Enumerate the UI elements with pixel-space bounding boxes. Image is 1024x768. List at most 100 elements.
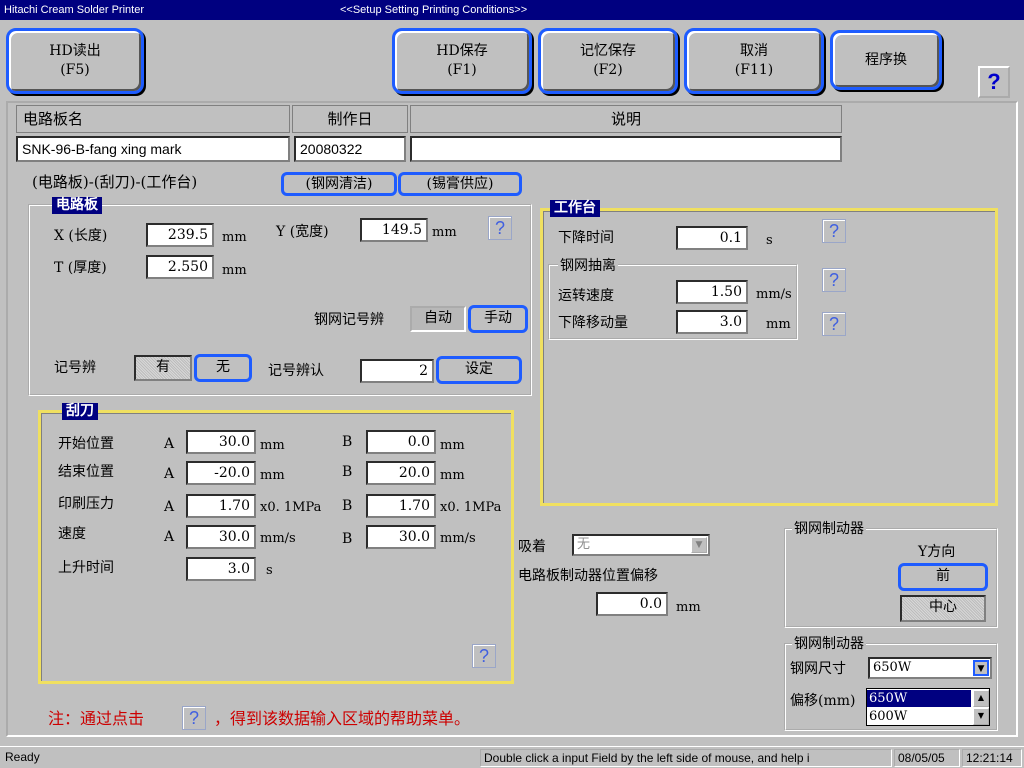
pressure-a-label: A (164, 499, 175, 515)
center-button[interactable]: 中心 (900, 595, 986, 622)
board-name-header: 电路板名 (16, 105, 290, 133)
descend-time-unit: s (766, 233, 773, 248)
descend-time-label: 下降时间 (558, 230, 614, 246)
descend-amount-field[interactable]: 3.0 (676, 310, 748, 334)
front-button[interactable]: 前 (898, 563, 988, 591)
mark-recog-label: 记号辨认 (268, 363, 324, 379)
chevron-down-icon[interactable]: ▼ (973, 660, 989, 676)
scroll-down-icon[interactable]: ▼ (973, 708, 989, 725)
scroll-up-icon[interactable]: ▲ (973, 690, 989, 707)
main-help-icon[interactable]: ? (978, 66, 1010, 98)
mark-no-button[interactable]: 无 (194, 354, 252, 382)
squeegee-group-title: 刮刀 (62, 403, 98, 420)
memory-save-label: 记忆保存 (580, 43, 636, 59)
descend-time-field[interactable]: 0.1 (676, 226, 748, 250)
pcb-y-label: Y (宽度) (276, 224, 329, 240)
stopper-offset-label: 偏移(mm) (790, 693, 856, 709)
dropdown-option-650w[interactable]: 650W (867, 690, 971, 707)
end-a-field[interactable]: -20.0 (186, 461, 256, 485)
separation-speed-help-icon[interactable]: ? (822, 268, 846, 292)
tab-stencil-clean[interactable]: (钢网清洁) (281, 172, 397, 196)
mark-yes-button[interactable]: 有 (134, 355, 192, 381)
stencil-size-select[interactable]: 650W ▼ (868, 657, 992, 679)
table-help-icon[interactable]: ? (822, 219, 846, 243)
pcb-help-icon[interactable]: ? (488, 216, 512, 240)
speed-a-label: A (164, 529, 175, 545)
speed-b-field[interactable]: 30.0 (366, 525, 436, 549)
date-field[interactable]: 20080322 (294, 136, 406, 162)
start-a-unit: mm (260, 438, 285, 453)
board-stopper-offset-field[interactable]: 0.0 (596, 592, 668, 616)
rise-time-unit: s (266, 563, 273, 578)
pcb-y-field[interactable]: 149.5 (360, 218, 428, 242)
descend-amount-help-icon[interactable]: ? (822, 312, 846, 336)
stencil-size-label: 钢网尺寸 (790, 661, 846, 677)
status-bar: Ready Double click a input Field by the … (0, 746, 1024, 768)
title-bar: Hitachi Cream Solder Printer <<Setup Set… (0, 0, 1024, 20)
mark-label: 记号辨 (54, 360, 96, 376)
hd-save-key: (F1) (447, 62, 477, 78)
cancel-label: 取消 (740, 43, 768, 59)
status-ready: Ready (5, 750, 40, 764)
help-note-prefix: 注：通过点击 (48, 709, 145, 728)
memory-save-button[interactable]: 记忆保存 (F2) (538, 28, 678, 94)
hd-read-button[interactable]: HD读出 (F5) (6, 28, 144, 94)
descend-amount-label: 下降移动量 (558, 315, 628, 331)
hd-save-button[interactable]: HD保存 (F1) (392, 28, 532, 94)
status-time: 12:21:14 (962, 749, 1022, 767)
auto-button[interactable]: 自动 (410, 306, 466, 332)
start-b-field[interactable]: 0.0 (366, 430, 436, 454)
status-message: Double click a input Field by the left s… (480, 749, 892, 767)
hd-read-key: (F5) (60, 62, 90, 78)
rise-time-field[interactable]: 3.0 (186, 557, 256, 581)
pcb-t-field[interactable]: 2.550 (146, 255, 214, 279)
pcb-t-label: T (厚度) (54, 260, 107, 276)
speed-label: 速度 (58, 526, 86, 542)
pressure-b-field[interactable]: 1.70 (366, 494, 436, 518)
dropdown-option-600w[interactable]: 600W (867, 708, 971, 725)
cancel-key: (F11) (734, 62, 774, 78)
help-note-suffix: ，得到该数据输入区域的帮助菜单。 (214, 709, 471, 728)
mark-recog-field[interactable]: 2 (360, 359, 434, 383)
run-speed-label: 运转速度 (558, 288, 614, 304)
suction-value: 无 (577, 537, 591, 552)
run-speed-field[interactable]: 1.50 (676, 280, 748, 304)
program-switch-button[interactable]: 程序换 (830, 30, 942, 90)
board-stopper-offset-unit: mm (676, 600, 701, 615)
tab-paste-supply[interactable]: (锡膏供应) (398, 172, 522, 196)
end-b-label: B (342, 464, 353, 480)
stopper-direction-title: 钢网制动器 (792, 519, 866, 539)
speed-b-label: B (342, 531, 353, 547)
speed-a-unit: mm/s (260, 531, 296, 546)
chevron-down-icon[interactable]: ▼ (691, 537, 707, 553)
stencil-size-dropdown[interactable]: 650W 600W ▲ ▼ (866, 688, 990, 726)
suction-select[interactable]: 无 ▼ (572, 534, 710, 556)
memory-save-key: (F2) (593, 62, 623, 78)
program-switch-label: 程序换 (865, 51, 907, 68)
hd-save-label: HD保存 (436, 43, 488, 59)
description-field[interactable] (410, 136, 842, 162)
mark-set-button[interactable]: 设定 (436, 356, 522, 384)
start-a-field[interactable]: 30.0 (186, 430, 256, 454)
end-b-field[interactable]: 20.0 (366, 461, 436, 485)
tab-breadcrumb: (电路板)-(刮刀)-(工作台) (32, 173, 198, 191)
end-position-label: 结束位置 (58, 464, 114, 480)
table-group-title: 工作台 (550, 200, 600, 217)
stencil-mark-label: 钢网记号辨 (314, 312, 384, 328)
pressure-a-field[interactable]: 1.70 (186, 494, 256, 518)
cancel-button[interactable]: 取消 (F11) (684, 28, 824, 94)
squeegee-help-icon[interactable]: ? (472, 644, 496, 668)
status-date: 08/05/05 (894, 749, 960, 767)
board-stopper-offset-label: 电路板制动器位置偏移 (518, 568, 658, 584)
speed-a-field[interactable]: 30.0 (186, 525, 256, 549)
description-header: 说明 (410, 105, 842, 133)
date-header: 制作日 (292, 105, 408, 133)
pcb-group-title: 电路板 (52, 197, 102, 214)
end-a-unit: mm (260, 468, 285, 483)
board-name-field[interactable]: SNK-96-B-fang xing mark (16, 136, 290, 162)
app-title: Hitachi Cream Solder Printer (4, 4, 144, 16)
pressure-b-unit: x0. 1MPa (440, 500, 502, 515)
manual-button[interactable]: 手动 (468, 305, 528, 333)
end-b-unit: mm (440, 468, 465, 483)
pcb-x-field[interactable]: 239.5 (146, 223, 214, 247)
